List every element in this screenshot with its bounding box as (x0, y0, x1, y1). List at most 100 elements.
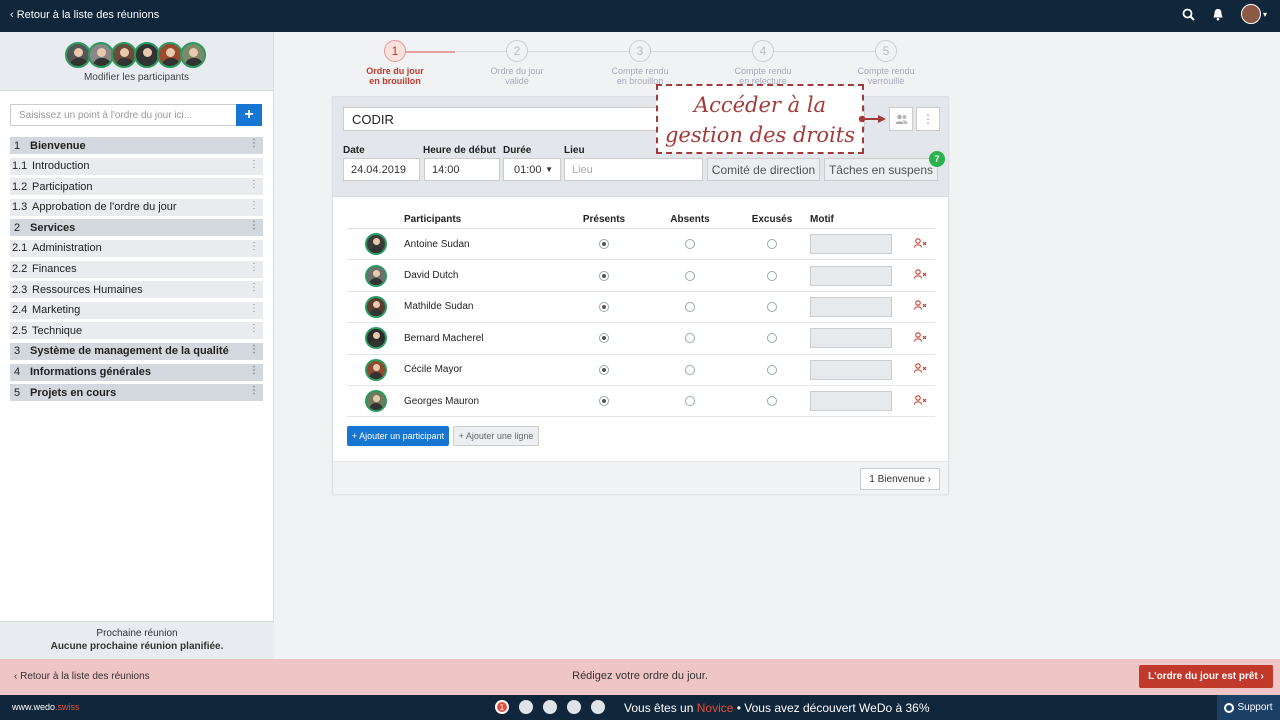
agenda-section[interactable]: 5 Projets en cours ⋮ (10, 384, 263, 402)
agenda-item[interactable]: 1.2 Participation ⋮ (10, 178, 263, 196)
user-menu[interactable]: ▾ (1240, 4, 1268, 24)
participants-header: Modifier les participants (0, 32, 273, 91)
excused-radio[interactable] (767, 270, 777, 281)
agenda-section[interactable]: 2 Services ⋮ (10, 219, 263, 237)
reason-input[interactable] (810, 265, 892, 286)
agenda-item[interactable]: 2.4 Marketing ⋮ (10, 301, 263, 319)
start-time-field[interactable]: 14:00 (424, 158, 500, 181)
row-avatar-cell (347, 390, 404, 413)
drag-handle-icon[interactable]: ⋮ (249, 180, 259, 190)
pending-tasks-button[interactable]: Tâches en suspens (824, 158, 938, 181)
participant-avatars[interactable] (0, 42, 273, 68)
workflow-stepper: 1 Ordre du jour en brouillon 2 Ordre du jour… (340, 40, 960, 92)
absent-radio[interactable] (685, 364, 695, 375)
absent-radio[interactable] (685, 301, 695, 312)
reason-input[interactable] (810, 391, 892, 412)
reason-input[interactable] (810, 359, 892, 380)
absent-cell (646, 270, 734, 281)
agenda-item-label: Administration (32, 242, 102, 255)
remove-participant-icon[interactable] (913, 394, 927, 408)
excused-radio[interactable] (767, 396, 777, 407)
brand-logo[interactable]: www.wedo.swiss (12, 702, 80, 712)
present-radio[interactable] (599, 364, 609, 375)
drag-handle-icon[interactable]: ⋮ (249, 262, 259, 273)
duration-select[interactable]: 01:00 ▼ (503, 158, 561, 181)
present-radio[interactable] (599, 333, 609, 344)
add-agenda-item-button[interactable]: + (236, 104, 262, 126)
excused-cell (734, 239, 810, 250)
place-field[interactable]: Lieu (564, 158, 703, 181)
agenda-item[interactable]: 1.3 Approbation de l'ordre du jour ⋮ (10, 198, 263, 216)
header-excused: Excusés (751, 214, 793, 225)
progress-level: Novice (696, 701, 734, 715)
reason-input[interactable] (810, 328, 892, 349)
step-2[interactable]: 2 Ordre du jour validé (462, 40, 572, 86)
more-options-button[interactable]: ⋮ (916, 107, 940, 131)
progress-dot[interactable]: 1 (495, 700, 509, 714)
present-radio[interactable] (599, 396, 609, 407)
agenda-item[interactable]: 2.5 Technique ⋮ (10, 322, 263, 340)
step-3[interactable]: 3 Compte rendu en brouillon (585, 40, 695, 86)
agenda-item[interactable]: 2.3 Ressources Humaines ⋮ (10, 281, 263, 299)
step-4[interactable]: 4 Compte rendu en relecture (708, 40, 818, 86)
drag-handle-icon[interactable]: ⋮ (249, 324, 259, 334)
back-to-meetings-link[interactable]: ‹ Retour à la liste des réunions (10, 9, 159, 21)
drag-handle-icon[interactable]: ⋮ (249, 221, 259, 231)
add-line-button[interactable]: + Ajouter une ligne (453, 426, 539, 446)
agenda-item[interactable]: 2.1 Administration ⋮ (10, 239, 263, 257)
step-5[interactable]: 5 Compte rendu verrouillé (831, 40, 941, 86)
reason-input[interactable] (810, 296, 892, 317)
row-avatar-cell (347, 233, 404, 256)
absent-radio[interactable] (685, 333, 695, 344)
present-radio[interactable] (599, 301, 609, 312)
progress-dot[interactable] (567, 700, 581, 714)
drag-handle-icon[interactable]: ⋮ (249, 200, 259, 211)
agenda-section[interactable]: 4 Informations générales ⋮ (10, 363, 263, 381)
drag-handle-icon[interactable]: ⋮ (249, 159, 259, 170)
agenda-section[interactable]: 3 Système de management de la qualité ⋮ (10, 342, 263, 360)
progress-dot[interactable] (519, 700, 533, 714)
progress-dot[interactable] (591, 700, 605, 714)
excused-radio[interactable] (767, 333, 777, 344)
drag-handle-icon[interactable]: ⋮ (249, 241, 259, 252)
absent-radio[interactable] (685, 396, 695, 407)
next-item-button[interactable]: 1 Bienvenue › (860, 468, 940, 490)
support-button[interactable]: Support (1217, 695, 1280, 720)
search-icon[interactable] (1180, 6, 1196, 22)
agenda-item[interactable]: 2.2 Finances ⋮ (10, 260, 263, 278)
add-participant-button[interactable]: + Ajouter un participant (347, 426, 449, 446)
remove-participant-icon[interactable] (913, 300, 927, 313)
present-cell (562, 239, 646, 250)
agenda-ready-button[interactable]: L'ordre du jour est prêt › (1139, 665, 1273, 688)
excused-radio[interactable] (767, 301, 777, 312)
agenda-item[interactable]: 1.1 Introduction ⋮ (10, 157, 263, 175)
date-field[interactable]: 24.04.2019 (343, 158, 420, 181)
excused-radio[interactable] (767, 364, 777, 375)
excused-radio[interactable] (767, 239, 777, 250)
drag-handle-icon[interactable]: ⋮ (249, 344, 259, 355)
absent-radio[interactable] (685, 270, 695, 281)
edit-participants-link[interactable]: Modifier les participants (0, 72, 273, 83)
reason-input[interactable] (810, 234, 892, 255)
drag-handle-icon[interactable]: ⋮ (249, 303, 259, 314)
remove-participant-icon[interactable] (913, 269, 927, 282)
progress-dot[interactable] (543, 700, 557, 714)
bell-icon[interactable] (1210, 6, 1226, 22)
drag-handle-icon[interactable]: ⋮ (249, 386, 259, 396)
drag-handle-icon[interactable]: ⋮ (249, 283, 259, 293)
committee-button[interactable]: Comité de direction (707, 158, 820, 181)
present-radio[interactable] (599, 270, 609, 281)
agenda-item-input[interactable]: Saisissez un point à l'ordre du jour ici… (10, 104, 236, 126)
drag-handle-icon[interactable]: ⋮ (249, 139, 259, 149)
remove-participant-icon[interactable] (913, 332, 927, 345)
remove-participant-icon[interactable] (913, 237, 927, 251)
absent-radio[interactable] (685, 239, 695, 250)
reason-cell (810, 296, 906, 317)
support-label: Support (1237, 702, 1273, 713)
agenda-section[interactable]: 1 Bienvenue ⋮ (10, 137, 263, 154)
present-radio[interactable] (599, 239, 609, 250)
remove-participant-icon[interactable] (913, 363, 927, 376)
rights-management-button[interactable] (889, 107, 913, 131)
drag-handle-icon[interactable]: ⋮ (249, 365, 259, 376)
step-1[interactable]: 1 Ordre du jour en brouillon (340, 40, 450, 86)
